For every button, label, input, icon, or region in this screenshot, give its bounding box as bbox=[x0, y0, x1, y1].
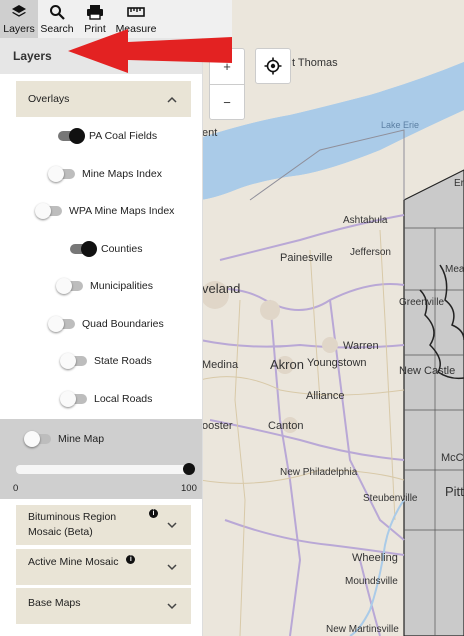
chevron-up-icon bbox=[167, 94, 177, 104]
layers-panel: Layers Overlays PA Coal Fields Mine Maps… bbox=[0, 38, 203, 636]
section-label: Bituminous Region Mosaic (Beta) bbox=[28, 511, 117, 538]
crosshair-icon bbox=[264, 57, 282, 75]
map-label-pittsburgh: Pitt bbox=[445, 484, 464, 499]
map-label-wheeling: Wheeling bbox=[352, 552, 398, 564]
toggle-switch[interactable] bbox=[60, 353, 87, 369]
map-label-warren: Warren bbox=[343, 340, 379, 352]
map-label-new-philadelphia: New Philadelphia bbox=[280, 467, 358, 478]
red-arrow-annotation bbox=[68, 29, 232, 73]
toggle-quad-boundaries[interactable]: Quad Boundaries bbox=[0, 316, 202, 332]
map-label-ent: ent bbox=[202, 127, 218, 139]
toggle-switch[interactable] bbox=[56, 278, 83, 294]
map-label-cleveland: veland bbox=[202, 281, 241, 296]
layer-label: Counties bbox=[101, 243, 143, 255]
toggle-switch[interactable] bbox=[58, 128, 85, 144]
toggle-state-roads[interactable]: State Roads bbox=[0, 353, 202, 369]
map-label-steubenville: Steubenville bbox=[363, 493, 418, 504]
map-label-youngstown: Youngstown bbox=[307, 357, 367, 369]
layer-label: State Roads bbox=[94, 355, 152, 367]
toggle-switch[interactable] bbox=[35, 203, 62, 219]
layer-label: Mine Map bbox=[58, 433, 105, 445]
map-label-new-martinsville: New Martinsville bbox=[326, 624, 399, 635]
zoom-out-button[interactable]: − bbox=[210, 84, 244, 119]
map-label-meadville: Mead bbox=[445, 264, 464, 275]
map-label-akron: Akron bbox=[270, 357, 304, 372]
toggle-switch[interactable] bbox=[60, 391, 87, 407]
toggle-counties[interactable]: Counties bbox=[0, 241, 202, 257]
map-label-canton: Canton bbox=[268, 420, 304, 432]
toggle-pa-coal-fields[interactable]: PA Coal Fields bbox=[0, 128, 202, 144]
map-label-lake-erie: Lake Erie bbox=[381, 120, 420, 130]
info-icon[interactable]: i bbox=[149, 509, 158, 518]
section-label: Active Mine Mosaic bbox=[28, 555, 119, 568]
layers-label: Layers bbox=[3, 23, 35, 35]
mine-map-block: Mine Map 0 100 bbox=[0, 419, 202, 499]
base-maps-section[interactable]: Base Maps bbox=[16, 588, 191, 624]
toggle-switch[interactable] bbox=[48, 166, 75, 182]
map-label-st-thomas: t Thomas bbox=[292, 57, 338, 69]
search-icon bbox=[50, 5, 65, 20]
map-label-jefferson: Jefferson bbox=[350, 247, 391, 258]
layer-label: WPA Mine Maps Index bbox=[69, 205, 175, 217]
layers-button[interactable]: Layers bbox=[0, 0, 38, 38]
map-label-alliance: Alliance bbox=[306, 390, 345, 402]
layer-label: PA Coal Fields bbox=[89, 130, 158, 142]
chevron-down-icon bbox=[167, 562, 177, 572]
toggle-wpa-mine-maps-index[interactable]: WPA Mine Maps Index bbox=[0, 203, 202, 219]
toggle-mine-maps-index[interactable]: Mine Maps Index bbox=[0, 166, 202, 182]
overlays-label: Overlays bbox=[28, 92, 70, 105]
section-label: Base Maps bbox=[28, 596, 81, 609]
layer-label: Quad Boundaries bbox=[82, 318, 164, 330]
slider-max-label: 100 bbox=[181, 483, 197, 494]
toggle-switch[interactable] bbox=[48, 316, 75, 332]
active-mine-mosaic-section[interactable]: Active Mine Mosaic i bbox=[16, 549, 191, 585]
chevron-down-icon bbox=[167, 601, 177, 611]
info-icon[interactable]: i bbox=[126, 554, 136, 564]
layer-label: Mine Maps Index bbox=[82, 168, 162, 180]
print-icon bbox=[87, 5, 103, 20]
toggle-mine-map[interactable]: Mine Map bbox=[0, 431, 202, 447]
layers-icon bbox=[12, 5, 26, 17]
map-label-mcc: McC bbox=[441, 452, 464, 464]
slider-min-label: 0 bbox=[13, 483, 19, 494]
map-label-painesville: Painesville bbox=[280, 252, 333, 264]
layer-label: Municipalities bbox=[90, 280, 154, 292]
ruler-icon bbox=[127, 7, 145, 17]
map-label-medina: Medina bbox=[202, 359, 239, 371]
toggle-local-roads[interactable]: Local Roads bbox=[0, 391, 202, 407]
toggle-municipalities[interactable]: Municipalities bbox=[0, 278, 202, 294]
map-label-new-castle: New Castle bbox=[399, 365, 456, 377]
map-label-wooster: ooster bbox=[202, 420, 233, 432]
opacity-slider-handle[interactable] bbox=[183, 463, 195, 475]
map-label-erie: Er bbox=[454, 178, 464, 189]
locate-button[interactable] bbox=[255, 48, 291, 84]
layer-label: Local Roads bbox=[94, 393, 153, 405]
toggle-switch[interactable] bbox=[24, 431, 51, 447]
chevron-down-icon bbox=[167, 520, 177, 530]
toggle-switch[interactable] bbox=[70, 241, 97, 257]
map-label-greenville: Greenville bbox=[399, 297, 445, 308]
map-label-moundsville: Moundsville bbox=[345, 576, 398, 587]
opacity-slider-track[interactable] bbox=[16, 465, 191, 474]
bituminous-mosaic-section[interactable]: Bituminous Region Mosaic (Beta) i bbox=[16, 505, 191, 545]
map-label-ashtabula: Ashtabula bbox=[343, 215, 388, 226]
overlays-section-header[interactable]: Overlays bbox=[16, 81, 191, 117]
